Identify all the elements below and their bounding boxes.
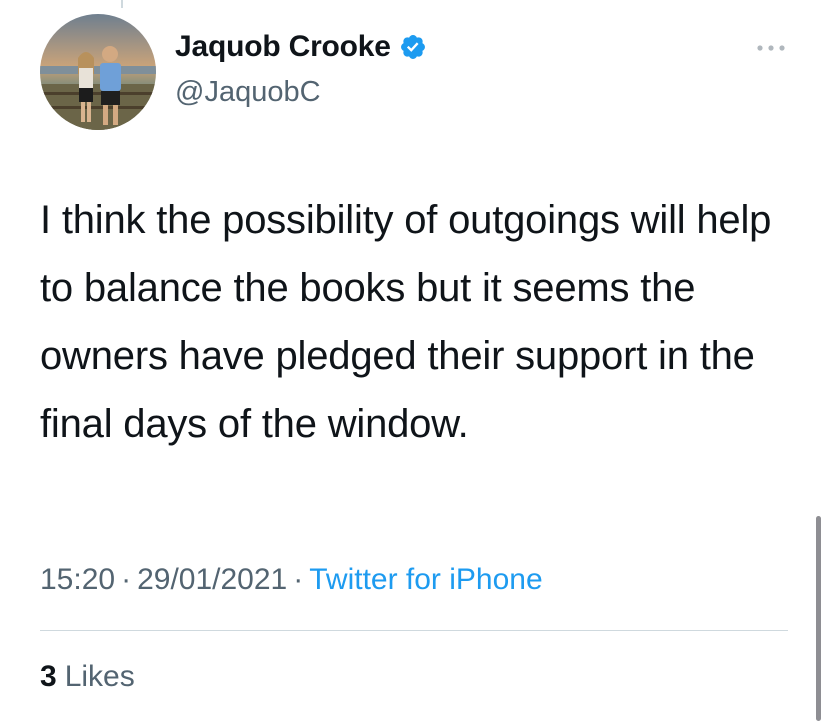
more-horizontal-icon[interactable] — [755, 36, 787, 60]
scrollbar[interactable] — [816, 516, 821, 721]
author-display-name[interactable]: Jaquob Crooke — [175, 30, 391, 64]
likes-stat[interactable]: 3 Likes — [40, 660, 135, 694]
likes-label: Likes — [64, 660, 135, 693]
tweet-text: I think the possibility of outgoings wil… — [40, 198, 772, 446]
avatar-photo — [40, 14, 156, 130]
author-handle[interactable]: @JaquobC — [175, 76, 321, 109]
author-name-row[interactable]: Jaquob Crooke — [175, 30, 427, 64]
meta-separator: · — [293, 563, 304, 596]
tweet-metadata: 15:20 · 29/01/2021 · Twitter for iPhone — [40, 563, 543, 597]
tweet-time[interactable]: 15:20 — [40, 563, 115, 596]
divider — [40, 630, 788, 631]
tweet-date[interactable]: 29/01/2021 — [137, 563, 287, 596]
tweet-source-link[interactable]: Twitter for iPhone — [309, 563, 542, 596]
verified-badge-icon — [400, 35, 425, 59]
likes-count: 3 — [40, 660, 57, 693]
meta-separator: · — [121, 563, 132, 596]
thread-connector-line — [121, 0, 123, 8]
avatar[interactable] — [40, 14, 156, 130]
